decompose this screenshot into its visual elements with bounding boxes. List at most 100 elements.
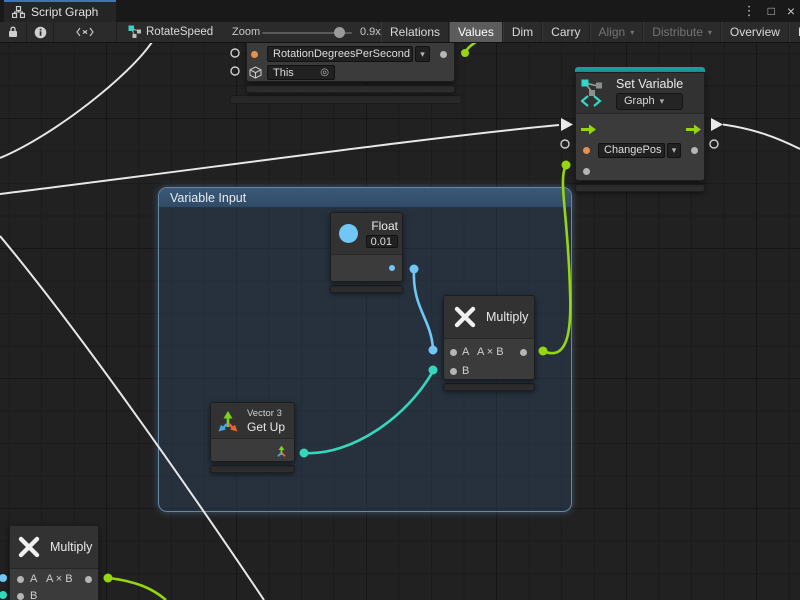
- output-port[interactable]: [520, 349, 527, 356]
- distribute-button[interactable]: Distribute ▾: [643, 22, 721, 42]
- tab-title: Script Graph: [31, 5, 98, 19]
- port-a-label: A: [462, 346, 469, 358]
- value-in-port[interactable]: [583, 168, 590, 175]
- tab-script-graph[interactable]: Script Graph: [4, 0, 116, 22]
- variable-scope-dropdown[interactable]: Graph ▾: [616, 93, 683, 110]
- value-out-port[interactable]: [691, 147, 698, 154]
- input-b-port[interactable]: [450, 368, 457, 375]
- object-picker-icon[interactable]: ◎: [320, 67, 329, 78]
- multiply-icon: [16, 534, 42, 560]
- value-out-port[interactable]: [440, 51, 447, 58]
- vector3-out-port-icon[interactable]: [275, 445, 288, 458]
- node-footer: [330, 285, 403, 293]
- button-label: Distribute: [652, 25, 703, 39]
- variable-kind-port[interactable]: [583, 147, 590, 154]
- full-screen-button[interactable]: Full Screen: [789, 22, 800, 42]
- variable-name-field[interactable]: RotationDegreesPerSecond: [267, 46, 413, 62]
- align-button[interactable]: Align ▾: [590, 22, 644, 42]
- button-label: Carry: [551, 25, 580, 39]
- port-b-label: B: [30, 590, 37, 600]
- toolbar-buttons: Relations Values Dim Carry Align ▾ Distri…: [381, 22, 800, 42]
- node-title: Get Up: [247, 420, 285, 434]
- node-float-literal[interactable]: Float 0.01: [330, 212, 403, 293]
- node-type-label: Vector 3: [247, 408, 285, 419]
- overview-button[interactable]: Overview: [721, 22, 789, 42]
- info-button[interactable]: [27, 22, 54, 42]
- input-b-port[interactable]: [17, 593, 24, 600]
- button-label: Relations: [390, 25, 440, 39]
- variable-name-dropdown[interactable]: ▾: [667, 143, 681, 158]
- zoom-value-text: 0.9x: [360, 26, 381, 38]
- chevron-down-icon: ▾: [672, 145, 677, 156]
- graph-name-label[interactable]: RotateSpeed: [146, 22, 213, 42]
- multiply-icon: [452, 304, 478, 330]
- button-label: Values: [458, 25, 494, 39]
- window-controls: ⋮ □ ×: [743, 0, 795, 22]
- node-get-up[interactable]: Vector 3 Get Up: [210, 402, 295, 473]
- variable-kind-port[interactable]: [251, 51, 258, 58]
- zoom-slider-handle[interactable]: [334, 27, 345, 38]
- target-field[interactable]: This ◎: [267, 65, 335, 80]
- node-get-variable[interactable]: RotationDegreesPerSecond ▾ This ◎: [246, 36, 455, 93]
- node-title: Multiply: [486, 310, 528, 324]
- input-a-port[interactable]: [450, 349, 457, 356]
- zoom-label: Zoom: [232, 22, 260, 42]
- input-a-port[interactable]: [17, 576, 24, 583]
- tab-bar: Script Graph ⋮ □ ×: [0, 0, 800, 22]
- maximize-icon[interactable]: □: [768, 4, 775, 18]
- lock-icon: [8, 26, 18, 38]
- variable-name-text: RotationDegreesPerSecond: [273, 48, 410, 60]
- port-a-label: A: [30, 573, 37, 585]
- values-button[interactable]: Values: [449, 22, 503, 42]
- variable-name-dropdown[interactable]: ▾: [415, 46, 430, 62]
- port-out-label: A × B: [46, 573, 73, 585]
- chevron-down-icon: ▾: [708, 28, 712, 37]
- occluded-node-footer: [230, 95, 462, 104]
- port-b-label: B: [462, 365, 469, 377]
- button-label: Align: [599, 25, 626, 39]
- node-multiply-bottom[interactable]: Multiply A A × B B: [9, 525, 99, 600]
- chevron-down-icon: ▾: [660, 95, 665, 107]
- node-footer: [246, 85, 455, 93]
- node-multiply-center[interactable]: Multiply A A × B B: [443, 295, 535, 391]
- script-graph-window: Variable Input RotationDegreesPerSecond …: [0, 0, 800, 600]
- node-title: Float: [371, 219, 398, 233]
- node-footer: [210, 465, 295, 473]
- zoom-value: 0.9x: [360, 22, 381, 42]
- button-label: Dim: [512, 25, 533, 39]
- scope-label: Graph: [624, 95, 655, 107]
- dim-button[interactable]: Dim: [503, 22, 542, 42]
- menu-icon[interactable]: ⋮: [743, 3, 756, 19]
- chevron-down-icon: ▾: [630, 28, 634, 37]
- node-title: Set Variable: [616, 77, 683, 91]
- vector3-axis-icon: [217, 410, 239, 432]
- relations-button[interactable]: Relations: [381, 22, 449, 42]
- code-icon: [76, 27, 94, 37]
- node-set-variable[interactable]: Set Variable Graph ▾ ChangePos ▾: [575, 67, 705, 192]
- target-text: This: [273, 67, 294, 79]
- carry-button[interactable]: Carry: [542, 22, 589, 42]
- flow-out-arrow-icon[interactable]: [686, 124, 701, 135]
- lock-button[interactable]: [0, 22, 27, 42]
- node-title: Multiply: [50, 540, 92, 554]
- node-footer: [443, 383, 535, 391]
- port-out-label: A × B: [477, 346, 504, 358]
- flow-in-arrow-icon[interactable]: [581, 124, 596, 135]
- graph-toolbar: RotateSpeed Zoom 0.9x Relations Values D…: [0, 22, 800, 43]
- float-value-text: 0.01: [371, 236, 392, 248]
- float-type-icon: [339, 224, 358, 243]
- output-port[interactable]: [85, 576, 92, 583]
- script-graph-asset-icon: [128, 25, 142, 39]
- float-out-port[interactable]: [389, 265, 395, 271]
- set-variable-name-field[interactable]: ChangePos: [598, 143, 665, 158]
- cube-icon: [249, 66, 262, 79]
- edit-graph-button[interactable]: [54, 22, 117, 42]
- group-header[interactable]: Variable Input: [159, 188, 571, 208]
- set-variable-icon: [581, 79, 609, 107]
- node-footer: [575, 184, 705, 192]
- graph-name-text: RotateSpeed: [146, 26, 213, 38]
- variable-name-text: ChangePos: [604, 144, 662, 156]
- float-value-field[interactable]: 0.01: [366, 235, 398, 248]
- info-icon: [34, 26, 47, 39]
- close-icon[interactable]: ×: [787, 3, 795, 19]
